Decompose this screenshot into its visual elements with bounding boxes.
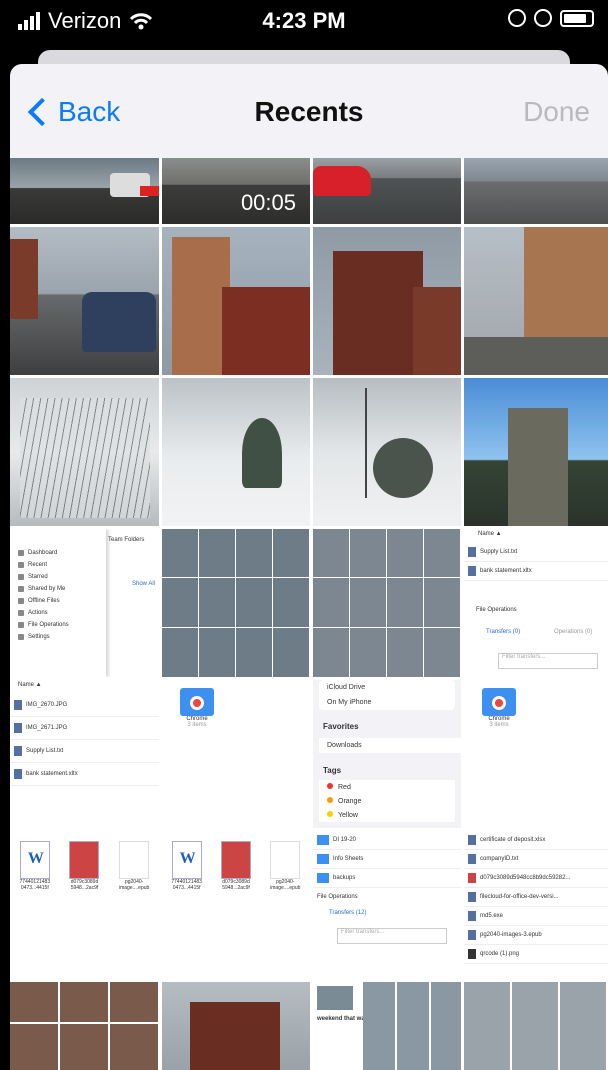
thumbnail[interactable] (10, 378, 159, 526)
location-iphone: On My iPhone (327, 699, 372, 706)
file-row: companyID.txt (464, 850, 608, 869)
tag-red: Red (319, 780, 455, 794)
file-row: md5.exe (464, 907, 608, 926)
page-title: Recents (254, 96, 364, 127)
thumbnail[interactable] (10, 982, 159, 1070)
folder-row: DI 19-20 (313, 831, 461, 850)
sidebar-item: Shared by Me (10, 583, 106, 595)
doc-item: pg2040- image....epub (263, 841, 307, 891)
sidebar-item: Starred (10, 571, 106, 583)
doc-item: d079c3089d 5948...2ac9f (62, 841, 106, 891)
thumbnail[interactable] (313, 227, 461, 375)
thumbnail[interactable]: W 77440121483 0473...4415f d079c3089d 594… (10, 831, 159, 979)
image-doc-icon (69, 841, 100, 879)
thumbnail[interactable]: certificate of deposit.xlsx companyID.tx… (464, 831, 608, 979)
thumbnail[interactable] (464, 378, 608, 526)
sidebar-item: Recent (10, 559, 106, 571)
thumbnail[interactable] (464, 158, 608, 224)
sidebar-item: Offline Files (10, 595, 106, 607)
thumbnail[interactable] (313, 378, 461, 526)
name-header: Name ▲ (18, 682, 42, 688)
status-bar: Verizon 4:23 PM (0, 0, 608, 44)
tag-yellow: Yellow (319, 808, 455, 822)
filter-field: Filter transfers... (498, 653, 598, 669)
orientation-lock-icon (508, 9, 526, 27)
thumbnail[interactable]: W 77440121483 0473...4415f d079c3089d 594… (162, 831, 310, 979)
thumbnail[interactable]: Dashboard Recent Starred Shared by Me Of… (10, 529, 159, 677)
tag-orange: Orange (319, 794, 455, 808)
image-doc-icon (220, 841, 251, 879)
name-header: Name ▲ (478, 531, 502, 537)
thumbnail[interactable]: Chrome 3 items (464, 680, 608, 828)
location-icloud: iCloud Drive (327, 684, 366, 691)
thumbnail[interactable]: 00:05 (162, 158, 310, 224)
folder-row: backups (313, 869, 461, 888)
doc-item: d079c3089d 5948...2ac9f (214, 841, 258, 891)
sidebar-item: Actions (10, 607, 106, 619)
epub-doc-icon (119, 841, 150, 879)
file-row: bank statement.xltx (10, 763, 159, 786)
folder-meta: 3 items (489, 722, 509, 728)
file-row: d079c3089d5948cc8b9dc59282... (464, 869, 608, 888)
file-ops-label: File Operations (476, 607, 517, 613)
thumbnail[interactable]: Name ▲ Supply List.txt bank statement.xl… (464, 529, 608, 677)
thumbnail[interactable] (464, 982, 608, 1070)
nav-bar: Back Recents Done (10, 64, 608, 156)
downloads-item: Downloads (319, 738, 461, 753)
favorites-header: Favorites (323, 722, 359, 731)
article-title: weekend that was (317, 1016, 369, 1022)
file-row: IMG_2671.JPG (10, 717, 159, 740)
file-row: Supply List.txt (464, 543, 608, 562)
operations-tab: Operations (0) (554, 629, 593, 635)
battery-icon (560, 9, 594, 27)
file-row: IMG_2670.JPG (10, 694, 159, 717)
thumbnail[interactable] (313, 158, 461, 224)
thumbnail[interactable]: iCloud Drive On My iPhone Favorites Down… (313, 680, 461, 828)
doc-item: W 77440121483 0473...4415f (165, 841, 209, 891)
thumbnail[interactable]: Chrome 3 items (162, 680, 310, 828)
tags-header: Tags (323, 766, 342, 775)
thumbnail[interactable] (313, 529, 461, 677)
show-all-link: Show All (132, 581, 156, 587)
sidebar-item: Settings (10, 631, 106, 643)
thumbnail[interactable] (162, 529, 310, 677)
sidebar-item: File Operations (10, 619, 106, 631)
file-ops-label: File Operations (317, 894, 358, 900)
word-doc-icon: W (19, 841, 50, 879)
thumbnail[interactable] (10, 158, 159, 224)
done-button[interactable]: Done (523, 96, 590, 128)
transfers-tab: Transfers (0) (486, 629, 521, 635)
word-doc-icon: W (171, 841, 202, 879)
file-row: pg2040-images-3.epub (464, 926, 608, 945)
thumbnail[interactable]: Name ▲ IMG_2670.JPG IMG_2671.JPG Supply … (10, 680, 159, 828)
folder-meta: 3 items (187, 722, 207, 728)
file-row: certificate of deposit.xlsx (464, 831, 608, 850)
filter-field: Filter transfers... (337, 928, 447, 944)
alarm-icon (534, 9, 552, 27)
thumbnail[interactable] (162, 378, 310, 526)
photo-grid: 00:05 Dashboard Recent Starred Shared by… (10, 158, 608, 1070)
thumbnail[interactable]: DI 19-20 Info Sheets backups File Operat… (313, 831, 461, 979)
team-folders-label: Team Folders (108, 537, 145, 543)
photo-picker-sheet: Back Recents Done 00:05 Dashboard Recent… (10, 64, 608, 1070)
file-row: bank statement.xltx (464, 562, 608, 581)
doc-item: pg2040- image....epub (112, 841, 156, 891)
transfers-tab: Transfers (12) (329, 910, 367, 916)
thumbnail[interactable] (464, 227, 608, 375)
file-row: Supply List.txt (10, 740, 159, 763)
epub-doc-icon (270, 841, 301, 879)
sidebar-item: Dashboard (10, 547, 106, 559)
thumbnail[interactable] (162, 982, 310, 1070)
thumbnail[interactable] (10, 227, 159, 375)
thumbnail[interactable]: weekend that was (313, 982, 461, 1070)
folder-icon (180, 688, 214, 716)
folder-row: Info Sheets (313, 850, 461, 869)
file-row: qrcode (1).png (464, 945, 608, 964)
video-duration: 00:05 (240, 190, 296, 215)
folder-icon (482, 688, 516, 716)
file-row: filecloud-for-office-dev-versi... (464, 888, 608, 907)
doc-item: W 77440121483 0473...4415f (13, 841, 57, 891)
thumbnail[interactable] (162, 227, 310, 375)
